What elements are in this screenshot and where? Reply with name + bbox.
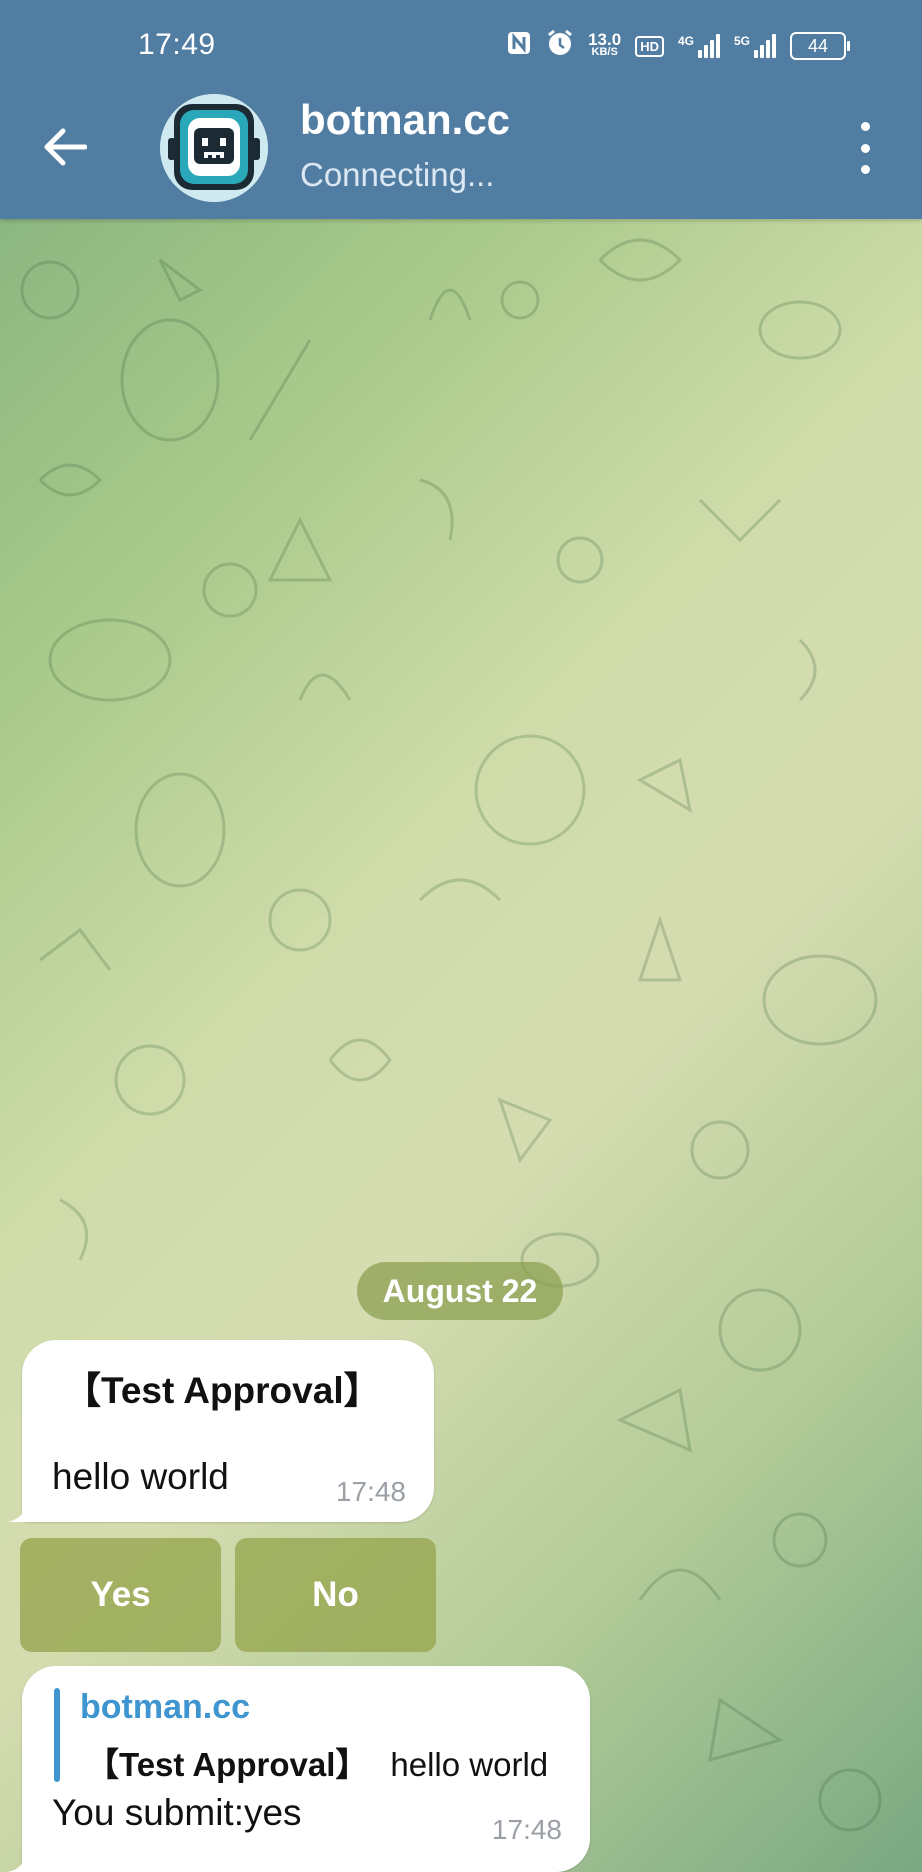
reply-sender-name[interactable]: botman.cc <box>80 1688 250 1727</box>
message-bubble-incoming[interactable]: 【Test Approval】 hello world 17:48 <box>8 1340 434 1522</box>
message-bubble-reply[interactable]: botman.cc 【Test Approval】 hello world You… <box>8 1666 590 1872</box>
message-time: 17:48 <box>335 1476 406 1507</box>
back-button[interactable] <box>40 122 90 172</box>
network-speed-value: 13.0 <box>588 30 622 49</box>
reply-preview[interactable]: 【Test Approval】 hello world <box>86 1738 548 1786</box>
message-time: 17:48 <box>491 1814 562 1845</box>
bubble-tail <box>8 1496 38 1522</box>
reply-preview-body: hello world <box>390 1746 549 1783</box>
inline-yes-button[interactable]: Yes <box>20 1538 221 1652</box>
message-text: You submit:yes <box>52 1792 302 1833</box>
network-speed-unit: KB/S <box>591 46 618 58</box>
signal-sim1-icon: 4G <box>678 34 720 58</box>
date-separator: August 22 <box>357 1262 563 1320</box>
network-speed: 13.0 KB/S <box>588 30 622 59</box>
chat-title[interactable]: botman.cc <box>300 96 510 144</box>
battery-level: 44 <box>807 35 829 56</box>
reply-preview-title: 【Test Approval】 <box>86 1746 369 1783</box>
sim1-network-type: 4G <box>677 34 694 48</box>
inline-no-button[interactable]: No <box>235 1538 436 1652</box>
hd-voice-icon: HD <box>635 35 664 57</box>
chat-status: Connecting... <box>300 156 495 193</box>
more-vertical-icon <box>860 122 870 131</box>
bot-avatar[interactable] <box>160 94 268 202</box>
status-time: 17:49 <box>138 28 216 61</box>
status-icons: 13.0 KB/S HD 4G 5G 44 <box>506 28 850 64</box>
message-text: hello world <box>52 1456 229 1497</box>
more-options-button[interactable] <box>850 122 880 174</box>
nfc-icon <box>506 30 532 63</box>
alarm-icon <box>546 29 574 64</box>
message-title: 【Test Approval】 <box>64 1370 381 1411</box>
robot-icon <box>160 94 268 202</box>
sim2-network-type: 5G <box>733 34 750 48</box>
arrow-left-icon <box>44 128 87 166</box>
chat-screen: 17:49 13.0 KB/S HD 4G 5G 44 botman.cc Co… <box>0 0 922 1872</box>
bubble-tail <box>8 1846 38 1872</box>
app-header: 17:49 13.0 KB/S HD 4G 5G 44 botman.cc Co… <box>0 0 922 219</box>
reply-quote-bar <box>54 1688 60 1782</box>
battery-icon: 44 <box>790 32 850 60</box>
signal-sim2-icon: 5G <box>734 34 776 58</box>
